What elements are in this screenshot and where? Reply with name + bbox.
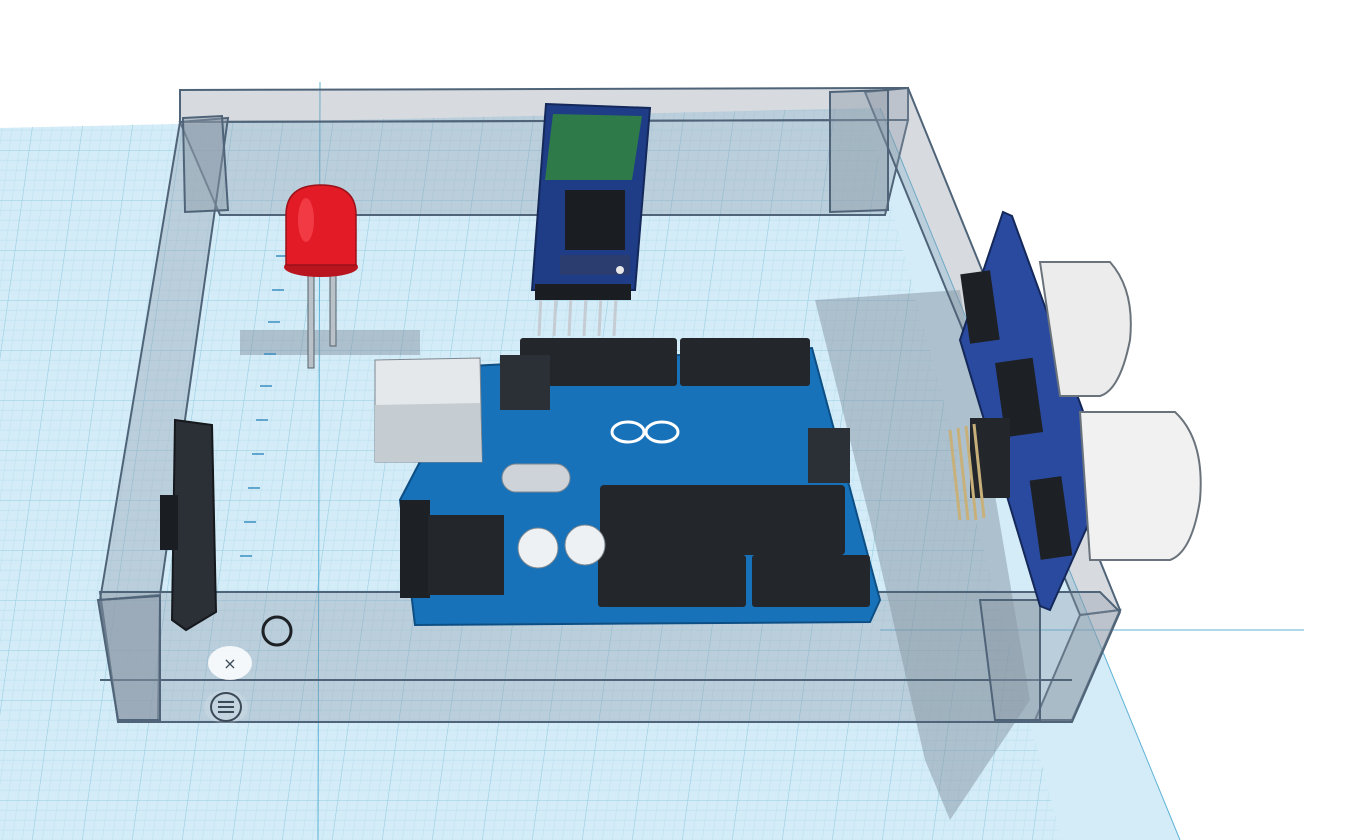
- close-button[interactable]: ×: [208, 646, 252, 680]
- close-icon: ×: [223, 653, 237, 673]
- 3d-workplane-viewport[interactable]: [0, 0, 1366, 840]
- menu-button[interactable]: [204, 690, 248, 724]
- arduino-uno-board[interactable]: [374, 338, 882, 627]
- menu-icon: [210, 692, 242, 722]
